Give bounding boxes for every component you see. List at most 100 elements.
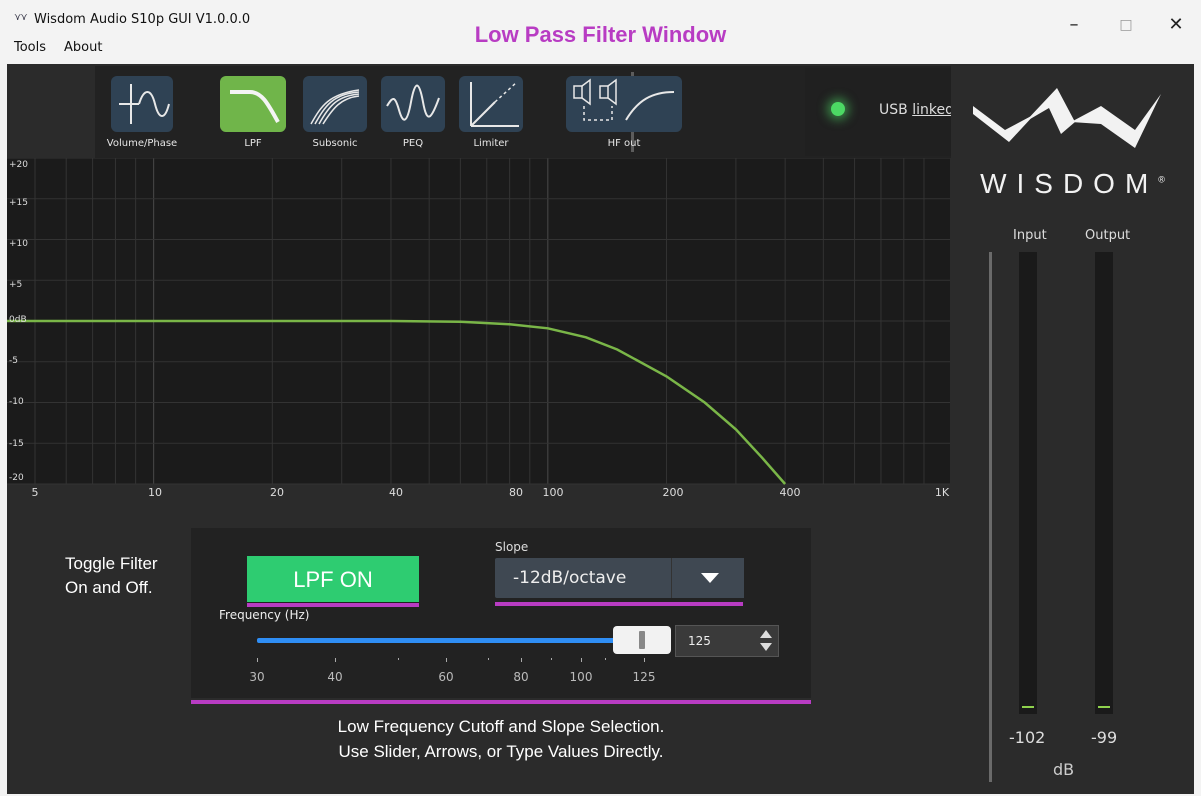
hf-out-icon	[573, 78, 675, 121]
x-label-20: 20	[270, 486, 284, 499]
y-label-plus10: +10	[9, 239, 28, 249]
meter-unit-label: dB	[1053, 760, 1075, 779]
lpf-button[interactable]	[220, 76, 286, 132]
slider-tick-label-125: 125	[632, 670, 656, 684]
usb-linked-link[interactable]: linked	[912, 102, 954, 118]
y-label-minus15: -15	[9, 439, 24, 449]
wisdom-wordmark: WISDOM®	[980, 168, 1165, 199]
toggle-annotation-line1: Toggle Filter	[65, 554, 158, 573]
y-label-minus10: -10	[9, 397, 24, 407]
toggle-highlight-underline	[247, 603, 419, 607]
limiter-button[interactable]	[459, 76, 523, 132]
slider-tick-label-100: 100	[569, 670, 593, 684]
slider-grip-icon	[639, 631, 645, 649]
frequency-value[interactable]: 125	[688, 634, 711, 648]
limiter-graph-icon	[470, 81, 519, 127]
maximize-button[interactable]: □	[1106, 10, 1146, 40]
cutoff-annotation: Low Frequency Cutoff and Slope Selection…	[191, 714, 811, 764]
slope-dropdown-toggle[interactable]	[671, 558, 744, 598]
wisdom-logo-icon	[973, 88, 1161, 148]
slider-tick-label-60: 60	[438, 670, 454, 684]
close-button[interactable]: ✕	[1156, 10, 1196, 40]
cutoff-annotation-line1: Low Frequency Cutoff and Slope Selection…	[337, 717, 665, 736]
slider-tick	[644, 658, 645, 662]
usb-status-text: USB linked	[879, 102, 954, 118]
output-level-meter	[1095, 252, 1113, 714]
frequency-spinbox[interactable]: 125	[675, 625, 779, 657]
slider-tick	[257, 658, 258, 662]
title-bar: ⋎⋎ Wisdom Audio S10p GUI V1.0.0.0 Tools …	[0, 0, 1201, 60]
app-body: Volume/Phase LPF Subsonic PEQ Limiter HF…	[7, 64, 1194, 794]
input-meter-fill	[1022, 706, 1034, 708]
slider-tick	[398, 658, 399, 660]
slider-tick	[581, 658, 582, 662]
x-label-400: 400	[779, 486, 801, 499]
slider-tick-label-80: 80	[513, 670, 529, 684]
subsonic-label: Subsonic	[312, 138, 358, 149]
y-label-0db: 0dB	[9, 315, 27, 325]
cutoff-annotation-line2: Use Slider, Arrows, or Type Values Direc…	[338, 742, 664, 761]
x-label-200: 200	[662, 486, 684, 499]
subsonic-button[interactable]	[303, 76, 367, 132]
meter-scale-line	[989, 252, 992, 782]
meter-panel: WISDOM® Input Output -102 -99 dB	[951, 64, 1194, 794]
slope-label: Slope	[495, 540, 529, 554]
annotation-title: Low Pass Filter Window	[474, 22, 727, 47]
slider-tick	[335, 658, 336, 662]
x-label-80: 80	[509, 486, 523, 499]
slider-tick	[446, 658, 447, 662]
lpf-label: LPF	[244, 138, 262, 149]
hf-out-button[interactable]	[566, 76, 682, 132]
chevron-down-icon	[701, 573, 719, 583]
slope-value: -12dB/octave	[513, 568, 627, 588]
peq-label: PEQ	[402, 138, 424, 149]
slider-tick-label-40: 40	[327, 670, 343, 684]
volume-phase-button[interactable]	[111, 76, 173, 132]
hf-out-label: HF out	[607, 138, 641, 149]
output-meter-label: Output	[1085, 228, 1131, 243]
slider-tick-label-30: 30	[249, 670, 265, 684]
frequency-response-graph: +20 +15 +10 +5 0dB -5 -10 -15 -20	[7, 158, 950, 498]
volume-phase-label: Volume/Phase	[106, 138, 178, 149]
slider-tick	[521, 658, 522, 662]
y-label-plus15: +15	[9, 198, 28, 208]
frequency-slider-track[interactable]	[257, 638, 627, 643]
toggle-annotation: Toggle Filter On and Off.	[65, 552, 205, 600]
frequency-slider-thumb[interactable]	[613, 626, 671, 654]
limiter-label: Limiter	[473, 138, 509, 149]
slope-dropdown[interactable]: -12dB/octave	[495, 558, 744, 598]
y-label-minus5: -5	[9, 356, 18, 366]
frequency-label: Frequency (Hz)	[219, 608, 310, 622]
peq-wave-icon	[386, 84, 440, 121]
filter-control-panel: LPF ON Slope -12dB/octave Frequency (Hz)…	[191, 528, 811, 698]
x-label-40: 40	[389, 486, 403, 499]
slope-highlight-underline	[495, 602, 743, 606]
input-meter-label: Input	[1013, 228, 1047, 243]
subsonic-curves-icon	[310, 89, 360, 125]
x-label-5: 5	[31, 486, 39, 499]
slider-tick	[488, 658, 489, 660]
usb-status-led-icon	[831, 102, 845, 116]
spin-down-arrow-icon[interactable]	[760, 643, 772, 651]
volume-phase-icon	[119, 84, 170, 124]
peq-button[interactable]	[381, 76, 445, 132]
y-label-plus20: +20	[9, 160, 28, 170]
output-meter-fill	[1098, 706, 1110, 708]
frequency-response-plot	[7, 158, 950, 485]
x-label-1k: 1K	[934, 486, 950, 499]
input-level-meter	[1019, 252, 1037, 714]
lpf-toggle-button[interactable]: LPF ON	[247, 556, 419, 602]
spin-up-arrow-icon[interactable]	[760, 630, 772, 638]
module-toolbar: Volume/Phase LPF Subsonic PEQ Limiter HF…	[95, 66, 1039, 158]
y-label-plus5: +5	[9, 280, 23, 290]
output-level-value: -99	[1091, 728, 1118, 747]
slider-tick	[551, 658, 552, 660]
panel-highlight-underline	[191, 700, 811, 704]
y-label-minus20: -20	[9, 473, 24, 483]
x-label-10: 10	[148, 486, 162, 499]
x-label-100: 100	[542, 486, 564, 499]
slider-tick	[605, 658, 606, 660]
minimize-button[interactable]: –	[1054, 10, 1094, 40]
lowpass-curve-icon	[230, 90, 280, 123]
input-level-value: -102	[1009, 728, 1046, 747]
